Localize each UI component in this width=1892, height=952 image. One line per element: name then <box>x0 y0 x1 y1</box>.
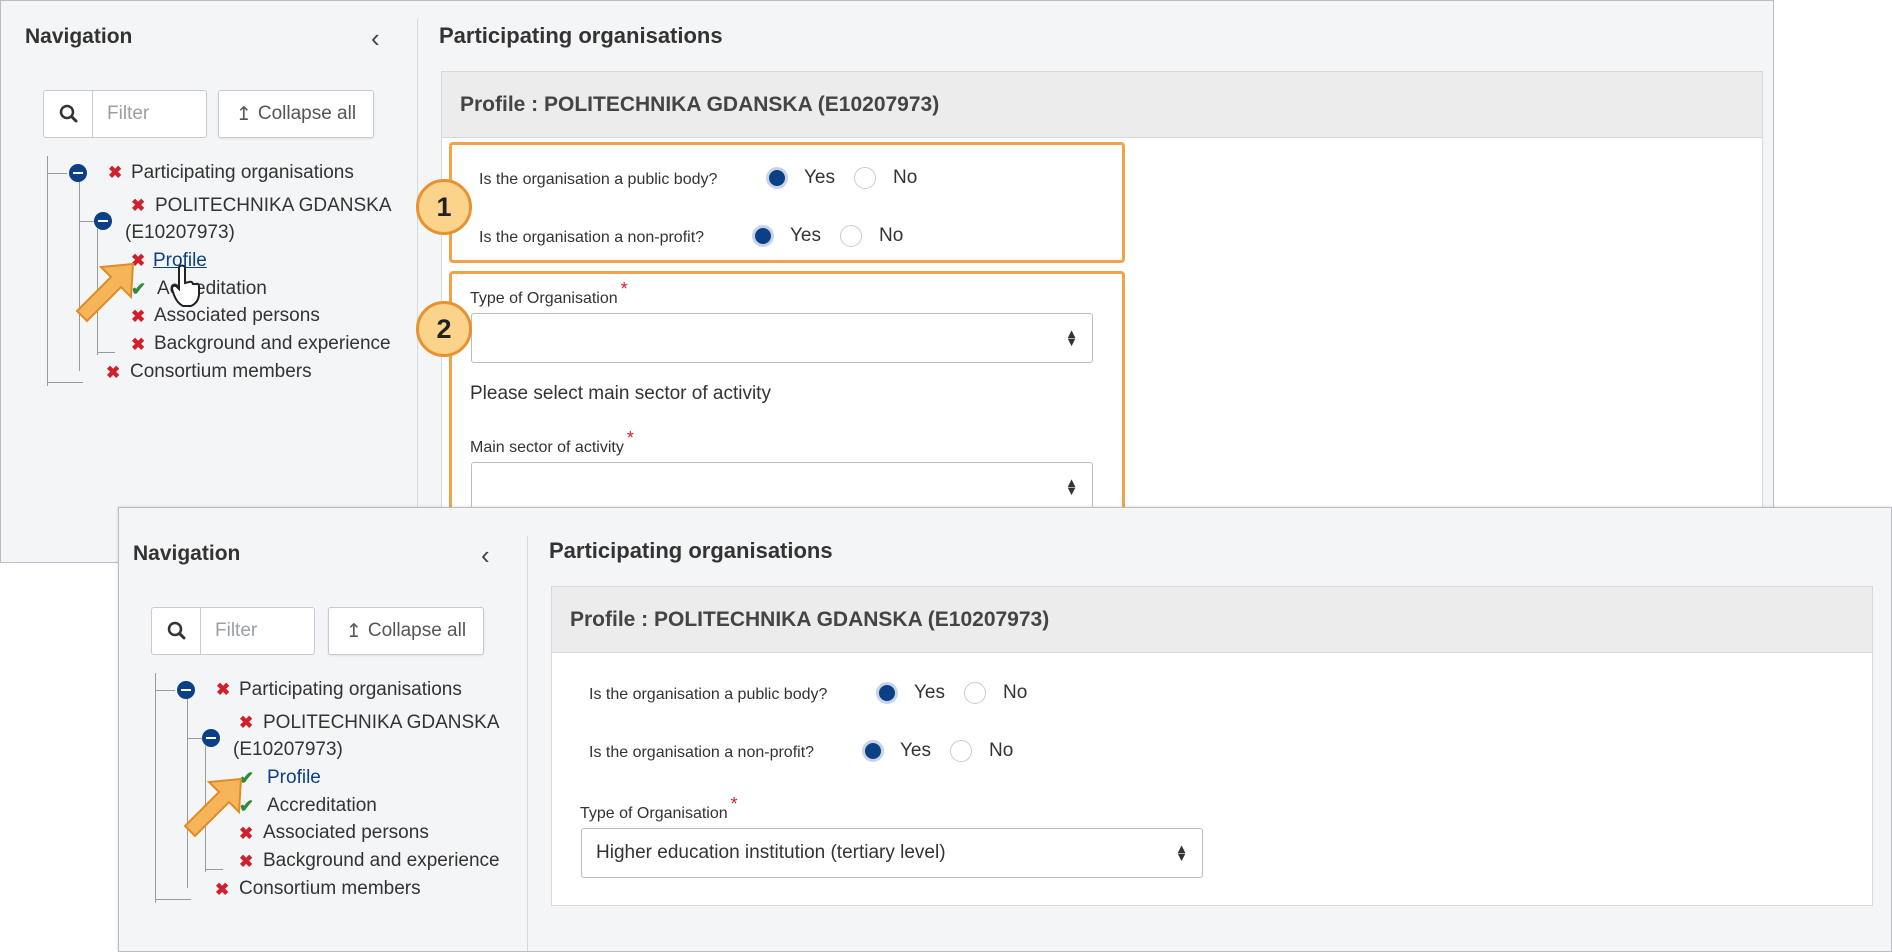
tree-item-organisation[interactable]: POLITECHNIKA GDANSKA <box>263 712 500 734</box>
tree-item-background[interactable]: Background and experience <box>263 850 500 872</box>
error-icon: ✖ <box>239 713 254 732</box>
tree-item-associated-persons[interactable]: Associated persons <box>263 822 429 844</box>
collapse-node-icon[interactable] <box>69 164 87 182</box>
tree-item-organisation[interactable]: POLITECHNIKA GDANSKA <box>155 195 392 217</box>
screenshot-before: Navigation ‹ ↥Collapse all ✖ Participati… <box>0 0 1774 563</box>
tree-line <box>187 738 203 739</box>
collapse-all-button[interactable]: ↥ Collapse all <box>218 90 374 138</box>
error-icon: ✖ <box>131 196 146 215</box>
filter-input[interactable] <box>201 607 315 655</box>
nav-divider <box>417 19 418 562</box>
required-asterisk: * <box>730 794 738 814</box>
tree-item-organisation-id[interactable]: (E10207973) <box>233 739 343 761</box>
error-icon: ✖ <box>215 880 230 899</box>
nav-divider <box>527 536 528 951</box>
error-icon: ✖ <box>106 363 121 382</box>
tree-item-participating-organisations[interactable]: Participating organisations <box>131 162 354 184</box>
search-button[interactable] <box>151 607 201 655</box>
chevron-left-icon[interactable]: ‹ <box>481 542 490 568</box>
collapse-node-icon[interactable] <box>177 681 195 699</box>
tree-item-accreditation[interactable]: Accreditation <box>267 795 377 817</box>
type-of-organisation-label: Type of Organisation * <box>580 794 738 822</box>
nonprofit-yes-label: Yes <box>900 740 931 761</box>
tree-line <box>155 673 156 903</box>
panel-title: Profile : POLITECHNIKA GDANSKA (E1020797… <box>552 587 1872 653</box>
page-title: Participating organisations <box>549 538 833 563</box>
public-yes-radio[interactable] <box>876 682 898 704</box>
public-no-label: No <box>1003 682 1028 703</box>
collapse-arrow-icon: ↥ <box>345 620 362 642</box>
type-of-organisation-select[interactable]: Higher education institution (tertiary l… <box>581 828 1203 878</box>
error-icon: ✖ <box>239 852 254 871</box>
tree-item-consortium-members[interactable]: Consortium members <box>130 361 312 383</box>
tree-item-profile[interactable]: Profile <box>267 767 321 789</box>
tree-item-background[interactable]: Background and experience <box>154 333 391 355</box>
tree-line <box>79 221 95 222</box>
hand-cursor-icon <box>170 264 200 307</box>
error-icon: ✖ <box>216 680 231 699</box>
tree-line <box>47 156 48 386</box>
tree-line <box>47 173 67 174</box>
collapse-node-icon[interactable] <box>202 729 220 747</box>
tree-line <box>97 352 115 353</box>
tree-item-participating-organisations[interactable]: Participating organisations <box>239 679 462 701</box>
page-title: Participating organisations <box>439 23 723 48</box>
public-no-radio[interactable] <box>964 682 986 704</box>
tree-item-consortium-members[interactable]: Consortium members <box>239 878 421 900</box>
arrow-pointer-icon <box>75 262 135 323</box>
sort-caret-icon: ▲ ▼ <box>1175 841 1188 864</box>
search-icon <box>167 621 186 640</box>
filter-input[interactable] <box>93 90 207 138</box>
screenshot-after: Navigation ‹ ↥Collapse all ✖ Participati… <box>118 507 1892 952</box>
question-public-body: Is the organisation a public body? <box>589 686 828 703</box>
tree-line <box>47 382 83 383</box>
arrow-pointer-icon <box>183 777 243 838</box>
public-yes-label: Yes <box>914 682 945 703</box>
callout-badge-1: 1 <box>416 179 472 235</box>
collapse-node-icon[interactable] <box>94 212 112 230</box>
tree-line <box>205 869 223 870</box>
nonprofit-yes-radio[interactable] <box>862 740 884 762</box>
tree-line <box>155 899 191 900</box>
chevron-left-icon[interactable]: ‹ <box>371 25 380 51</box>
error-icon: ✖ <box>131 335 146 354</box>
panel-title: Profile : POLITECHNIKA GDANSKA (E1020797… <box>442 72 1762 138</box>
search-button[interactable] <box>43 90 93 138</box>
nonprofit-no-radio[interactable] <box>950 740 972 762</box>
collapse-arrow-icon: ↥ <box>235 103 252 125</box>
nav-title: Navigation <box>25 25 133 48</box>
callout-badge-2: 2 <box>416 301 472 357</box>
nonprofit-no-label: No <box>989 740 1014 761</box>
nav-title: Navigation <box>133 542 241 565</box>
search-icon <box>59 104 78 123</box>
type-of-organisation-value: Higher education institution (tertiary l… <box>596 842 946 863</box>
error-icon: ✖ <box>108 163 123 182</box>
question-non-profit: Is the organisation a non-profit? <box>589 744 815 761</box>
collapse-all-button[interactable]: ↥ Collapse all <box>328 607 484 655</box>
callout-box-1 <box>449 142 1125 263</box>
tree-item-organisation-id[interactable]: (E10207973) <box>125 222 235 244</box>
tree-line <box>155 690 175 691</box>
